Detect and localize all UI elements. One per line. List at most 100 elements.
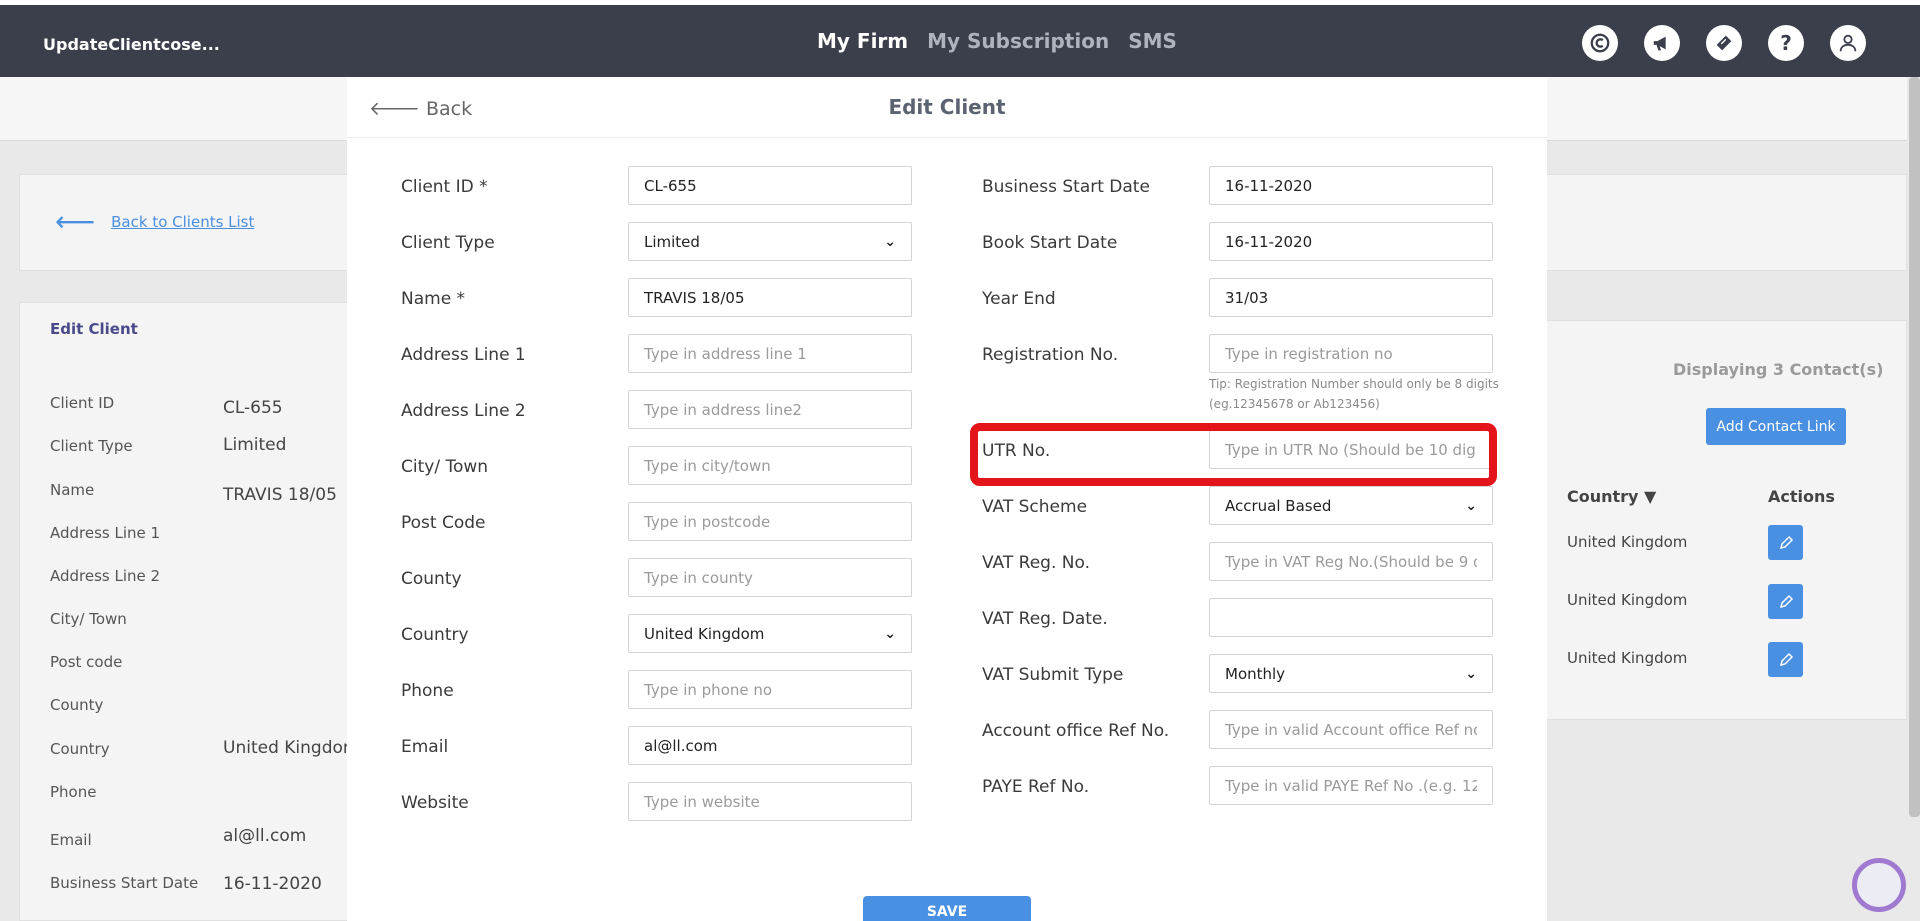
col-actions-header: Actions [1768, 487, 1835, 506]
book-start-date-label: Book Start Date [982, 233, 1118, 253]
nav-my-subscription[interactable]: My Subscription [927, 29, 1109, 53]
header-icons: ? [1582, 25, 1866, 61]
add-contact-link-button[interactable]: Add Contact Link [1706, 408, 1846, 445]
year-end-label: Year End [982, 289, 1056, 309]
modal-title: Edit Client [888, 95, 1006, 119]
pencil-icon [1779, 652, 1793, 666]
client-type-select[interactable]: Limited ⌄ [628, 222, 912, 261]
post-code-label: Post Code [401, 513, 486, 533]
detail-label: County [50, 696, 104, 714]
registration-tip: Tip: Registration Number should only be … [1209, 377, 1499, 411]
back-to-clients-label: Back to Clients List [111, 213, 255, 231]
arrow-left-icon: ⟵ [55, 205, 96, 238]
detail-label: Business Start Date [50, 874, 199, 892]
account-office-ref-label: Account office Ref No. [982, 721, 1170, 741]
vat-reg-no-input[interactable] [1209, 542, 1493, 581]
address-line-1-label: Address Line 1 [401, 345, 526, 365]
utr-highlight-box [970, 423, 1497, 486]
business-start-date-label: Business Start Date [982, 177, 1150, 197]
nav-sms[interactable]: SMS [1128, 29, 1177, 53]
country-select[interactable]: United Kingdom ⌄ [628, 614, 912, 653]
col-country-header[interactable]: Country ▼ [1567, 487, 1656, 506]
nav-my-firm[interactable]: My Firm [817, 29, 908, 53]
contact-country: United Kingdom [1567, 533, 1688, 551]
main-nav: My Firm My Subscription SMS [817, 29, 1177, 53]
save-button[interactable]: SAVE [863, 896, 1031, 921]
city-town-input[interactable] [628, 446, 912, 485]
city-town-label: City/ Town [401, 457, 489, 477]
paye-ref-input[interactable] [1209, 766, 1493, 805]
website-input[interactable] [628, 782, 912, 821]
detail-label: Phone [50, 783, 97, 801]
county-input[interactable] [628, 558, 912, 597]
copyright-icon[interactable] [1582, 25, 1618, 61]
client-type-label: Client Type [401, 233, 495, 253]
detail-label: Post code [50, 653, 123, 671]
detail-value: al@ll.com [223, 826, 307, 846]
chevron-down-icon: ⌄ [884, 625, 896, 642]
vat-submit-type-label: VAT Submit Type [982, 665, 1124, 685]
page-scrollbar[interactable] [1909, 77, 1920, 817]
vat-scheme-label: VAT Scheme [982, 497, 1088, 517]
user-icon[interactable] [1830, 25, 1866, 61]
vat-reg-date-input[interactable] [1209, 598, 1493, 637]
detail-label: Name [50, 481, 95, 499]
detail-value: Limited [223, 435, 287, 455]
contact-country: United Kingdom [1567, 591, 1688, 609]
ticket-icon[interactable] [1706, 25, 1742, 61]
client-type-value: Limited [644, 232, 700, 251]
county-label: County [401, 569, 462, 589]
year-end-input[interactable] [1209, 278, 1493, 317]
detail-value: TRAVIS 18/05 [223, 485, 337, 505]
detail-label: Address Line 2 [50, 567, 161, 585]
name-input[interactable] [628, 278, 912, 317]
address-line-1-input[interactable] [628, 334, 912, 373]
phone-label: Phone [401, 681, 454, 701]
contact-country: United Kingdom [1567, 649, 1688, 667]
modal-header: 🡐 Back Edit Client [347, 77, 1547, 138]
chat-widget-icon[interactable] [1852, 858, 1906, 912]
country-value: United Kingdom [644, 624, 765, 643]
pencil-icon [1779, 535, 1793, 549]
registration-no-label: Registration No. [982, 345, 1119, 365]
detail-value: United Kingdor [223, 738, 350, 758]
help-icon[interactable]: ? [1768, 25, 1804, 61]
chevron-down-icon: ⌄ [884, 233, 896, 250]
website-label: Website [401, 793, 469, 813]
detail-label: Email [50, 831, 92, 849]
address-line-2-label: Address Line 2 [401, 401, 526, 421]
contacts-count: Displaying 3 Contact(s) [1673, 360, 1884, 379]
detail-label: Address Line 1 [50, 524, 161, 542]
vat-reg-no-label: VAT Reg. No. [982, 553, 1090, 573]
detail-label: Client ID [50, 394, 115, 412]
account-office-ref-input[interactable] [1209, 710, 1493, 749]
client-id-input[interactable] [628, 166, 912, 205]
phone-input[interactable] [628, 670, 912, 709]
app-title[interactable]: UpdateClientcose... [43, 35, 220, 54]
vat-submit-type-select[interactable]: Monthly ⌄ [1209, 654, 1493, 693]
detail-value: 16-11-2020 [223, 874, 322, 894]
detail-label: Country [50, 740, 110, 758]
country-label: Country [401, 625, 469, 645]
edit-contact-button[interactable] [1768, 584, 1803, 619]
post-code-input[interactable] [628, 502, 912, 541]
registration-no-input[interactable] [1209, 334, 1493, 373]
details-title: Edit Client [50, 320, 138, 338]
chevron-down-icon: ⌄ [1465, 497, 1477, 514]
vat-scheme-select[interactable]: Accrual Based ⌄ [1209, 486, 1493, 525]
vat-reg-date-label: VAT Reg. Date. [982, 609, 1108, 629]
pencil-icon [1779, 594, 1793, 608]
back-to-clients-link[interactable]: ⟵ Back to Clients List [55, 205, 255, 238]
address-line-2-input[interactable] [628, 390, 912, 429]
edit-contact-button[interactable] [1768, 525, 1803, 560]
detail-label: City/ Town [50, 610, 127, 628]
book-start-date-input[interactable] [1209, 222, 1493, 261]
edit-contact-button[interactable] [1768, 642, 1803, 677]
detail-value: CL-655 [223, 398, 283, 418]
client-id-label: Client ID * [401, 177, 488, 197]
megaphone-icon[interactable] [1644, 25, 1680, 61]
email-input[interactable] [628, 726, 912, 765]
business-start-date-input[interactable] [1209, 166, 1493, 205]
name-label: Name * [401, 289, 466, 309]
vat-submit-type-value: Monthly [1225, 664, 1286, 683]
